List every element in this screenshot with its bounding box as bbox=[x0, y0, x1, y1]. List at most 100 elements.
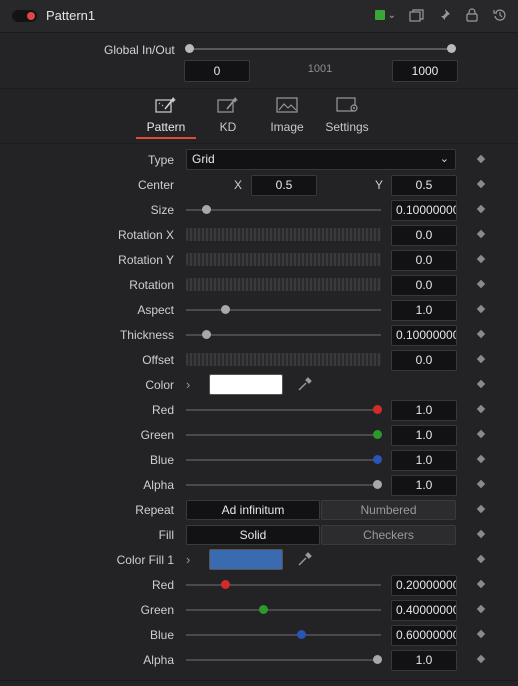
red-field[interactable]: 1.0 bbox=[391, 400, 457, 421]
fill-green-slider-track[interactable] bbox=[186, 609, 381, 611]
offset-row: Offset 0.0 bbox=[0, 348, 518, 373]
keyframe-diamond-icon[interactable] bbox=[476, 579, 486, 589]
color-fill-swatch[interactable] bbox=[209, 549, 283, 570]
type-select[interactable]: Grid ⌄ bbox=[186, 149, 456, 170]
fill-alpha-slider-knob[interactable] bbox=[373, 655, 382, 664]
green-row: Green 1.0 bbox=[0, 423, 518, 448]
rotation-y-thumbwheel[interactable] bbox=[186, 253, 381, 266]
keyframe-diamond-icon[interactable] bbox=[476, 179, 486, 189]
keyframe-diamond-icon[interactable] bbox=[476, 154, 486, 164]
fill-checkers-button[interactable]: Checkers bbox=[321, 525, 456, 545]
keyframe-diamond-icon[interactable] bbox=[476, 304, 486, 314]
rotation-y-field[interactable]: 0.0 bbox=[391, 250, 457, 271]
keyframe-diamond-icon[interactable] bbox=[476, 554, 486, 564]
tab-pattern[interactable]: Pattern bbox=[134, 89, 198, 143]
keyframe-diamond-icon[interactable] bbox=[476, 254, 486, 264]
type-label: Type bbox=[147, 153, 174, 167]
keyframe-diamond-icon[interactable] bbox=[476, 354, 486, 364]
keyframe-diamond-icon[interactable] bbox=[476, 329, 486, 339]
keyframe-diamond-icon[interactable] bbox=[476, 629, 486, 639]
eyedropper-icon[interactable] bbox=[297, 376, 313, 392]
red-slider-track[interactable] bbox=[186, 409, 381, 411]
size-field[interactable]: 0.100000000 bbox=[391, 200, 457, 221]
alpha-row: Alpha 1.0 bbox=[0, 473, 518, 498]
fill-blue-slider-knob[interactable] bbox=[297, 630, 306, 639]
keyframe-diamond-icon[interactable] bbox=[476, 479, 486, 489]
offset-thumbwheel[interactable] bbox=[186, 353, 381, 366]
eyedropper-icon[interactable] bbox=[297, 551, 313, 567]
repeat-numbered-button[interactable]: Numbered bbox=[321, 500, 456, 520]
global-in-field[interactable]: 0 bbox=[184, 60, 250, 82]
size-slider-knob[interactable] bbox=[202, 205, 211, 214]
center-x-field[interactable]: 0.5 bbox=[251, 175, 317, 196]
reset-icon[interactable] bbox=[492, 7, 508, 23]
aspect-slider-knob[interactable] bbox=[221, 305, 230, 314]
pin-icon[interactable] bbox=[436, 7, 452, 23]
fill-alpha-slider-track[interactable] bbox=[186, 659, 381, 661]
repeat-row: Repeat Ad infinitum Numbered bbox=[0, 498, 518, 523]
range-end-handle[interactable] bbox=[447, 44, 456, 53]
alpha-field[interactable]: 1.0 bbox=[391, 475, 457, 496]
fill-alpha-field[interactable]: 1.0 bbox=[391, 650, 457, 671]
repeat-ad-infinitum-button[interactable]: Ad infinitum bbox=[186, 500, 320, 520]
fill-red-slider-knob[interactable] bbox=[221, 580, 230, 589]
color-row: Color › bbox=[0, 373, 518, 398]
red-slider-knob[interactable] bbox=[373, 405, 382, 414]
keyframe-diamond-icon[interactable] bbox=[476, 529, 486, 539]
fill-blue-field[interactable]: 0.600000002 bbox=[391, 625, 457, 646]
rotation-x-field[interactable]: 0.0 bbox=[391, 225, 457, 246]
center-y-field[interactable]: 0.5 bbox=[391, 175, 457, 196]
fill-green-field[interactable]: 0.400000000 bbox=[391, 600, 457, 621]
alpha-slider-track[interactable] bbox=[186, 484, 381, 486]
blue-field[interactable]: 1.0 bbox=[391, 450, 457, 471]
chevron-right-icon[interactable]: › bbox=[186, 377, 190, 392]
alpha-slider-knob[interactable] bbox=[373, 480, 382, 489]
keyframe-diamond-icon[interactable] bbox=[476, 204, 486, 214]
node-enable-toggle[interactable] bbox=[12, 10, 37, 22]
chevron-right-icon[interactable]: › bbox=[186, 552, 190, 567]
fill-label: Fill bbox=[158, 528, 174, 542]
fill-blue-slider-track[interactable] bbox=[186, 634, 381, 636]
color-tag-dropdown[interactable]: ⌄ bbox=[374, 10, 396, 21]
keyframe-diamond-icon[interactable] bbox=[476, 454, 486, 464]
fill-red-field[interactable]: 0.200000000 bbox=[391, 575, 457, 596]
global-middle-value: 1001 bbox=[307, 63, 333, 75]
keyframe-diamond-icon[interactable] bbox=[476, 504, 486, 514]
global-out-field[interactable]: 1000 bbox=[392, 60, 458, 82]
rotation-x-thumbwheel[interactable] bbox=[186, 228, 381, 241]
aspect-field[interactable]: 1.0 bbox=[391, 300, 457, 321]
aspect-slider-track[interactable] bbox=[186, 309, 381, 311]
rotation-field[interactable]: 0.0 bbox=[391, 275, 457, 296]
keyframe-diamond-icon[interactable] bbox=[476, 654, 486, 664]
range-start-handle[interactable] bbox=[185, 44, 194, 53]
versions-icon[interactable] bbox=[408, 7, 424, 23]
fill-solid-button[interactable]: Solid bbox=[186, 525, 320, 545]
lock-icon[interactable] bbox=[464, 7, 480, 23]
green-field[interactable]: 1.0 bbox=[391, 425, 457, 446]
thickness-slider-track[interactable] bbox=[186, 334, 381, 336]
green-slider-knob[interactable] bbox=[373, 430, 382, 439]
offset-field[interactable]: 0.0 bbox=[391, 350, 457, 371]
keyframe-diamond-icon[interactable] bbox=[476, 379, 486, 389]
blue-slider-track[interactable] bbox=[186, 459, 381, 461]
tab-image[interactable]: Image bbox=[255, 89, 319, 143]
tab-settings[interactable]: Settings bbox=[315, 89, 379, 143]
size-slider-track[interactable] bbox=[186, 209, 381, 211]
keyframe-diamond-icon[interactable] bbox=[476, 604, 486, 614]
tab-kd[interactable]: KD bbox=[196, 89, 260, 143]
blue-slider-knob[interactable] bbox=[373, 455, 382, 464]
global-range-slider[interactable] bbox=[190, 48, 452, 50]
green-slider-track[interactable] bbox=[186, 434, 381, 436]
keyframe-diamond-icon[interactable] bbox=[476, 279, 486, 289]
color-swatch[interactable] bbox=[209, 374, 283, 395]
rotation-label: Rotation bbox=[129, 278, 174, 292]
keyframe-diamond-icon[interactable] bbox=[476, 229, 486, 239]
fill-green-slider-knob[interactable] bbox=[259, 605, 268, 614]
thickness-field[interactable]: 0.100000000 bbox=[391, 325, 457, 346]
keyframe-diamond-icon[interactable] bbox=[476, 429, 486, 439]
repeat-label: Repeat bbox=[135, 503, 174, 517]
thickness-slider-knob[interactable] bbox=[202, 330, 211, 339]
keyframe-diamond-icon[interactable] bbox=[476, 404, 486, 414]
fill-red-slider-track[interactable] bbox=[186, 584, 381, 586]
rotation-thumbwheel[interactable] bbox=[186, 278, 381, 291]
